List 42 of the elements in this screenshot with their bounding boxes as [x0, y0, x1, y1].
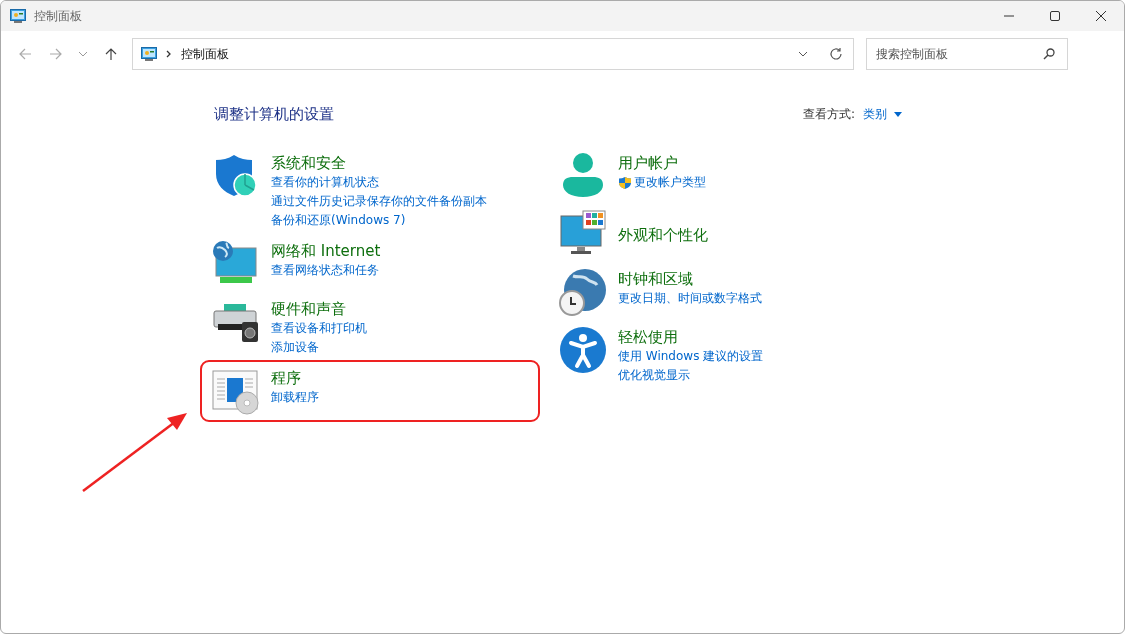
task-link[interactable]: 备份和还原(Windows 7) — [271, 211, 406, 230]
refresh-icon — [829, 47, 843, 61]
task-link[interactable]: 更改帐户类型 — [634, 173, 706, 192]
globe-clock-icon[interactable] — [559, 268, 607, 316]
close-icon — [1095, 10, 1107, 22]
task-link[interactable]: 使用 Windows 建议的设置 — [618, 347, 764, 366]
task-link[interactable]: 通过文件历史记录保存你的文件备份副本 — [271, 192, 487, 211]
left-arrow-icon — [17, 47, 32, 61]
category-link[interactable]: 程序 — [271, 368, 319, 388]
task-link[interactable]: 查看设备和打印机 — [271, 319, 367, 338]
search-field[interactable]: 搜索控制面板 — [866, 38, 1068, 70]
breadcrumb-item[interactable]: 控制面板 — [181, 45, 229, 63]
task-link[interactable]: 添加设备 — [271, 338, 319, 357]
category-link[interactable]: 网络和 Internet — [271, 241, 381, 261]
chevron-down-icon — [78, 49, 88, 59]
category-link[interactable]: 外观和个性化 — [618, 224, 708, 245]
right-arrow-icon — [48, 47, 63, 61]
window-title: 控制面板 — [34, 7, 82, 25]
category-link[interactable]: 硬件和声音 — [271, 299, 367, 319]
program-window-disc-icon[interactable] — [212, 367, 260, 415]
control-panel-icon — [141, 47, 157, 61]
task-link[interactable]: 查看你的计算机状态 — [271, 173, 379, 192]
category-link[interactable]: 轻松使用 — [618, 327, 764, 347]
view-by-label: 查看方式: — [802, 106, 855, 123]
address-bar[interactable]: 控制面板 — [132, 38, 854, 70]
task-link[interactable]: 优化视觉显示 — [618, 366, 690, 385]
search-icon — [1043, 48, 1055, 60]
view-by-dropdown[interactable]: 类别 — [863, 106, 902, 123]
category-link[interactable]: 用户帐户 — [618, 153, 706, 173]
control-panel-icon — [10, 9, 26, 23]
task-link[interactable]: 卸载程序 — [271, 388, 319, 407]
maximize-icon — [1049, 10, 1061, 22]
caret-icon — [894, 112, 902, 117]
task-link[interactable]: 更改日期、时间或数字格式 — [618, 289, 762, 308]
accessibility-icon[interactable] — [559, 326, 607, 374]
shield-icon — [618, 175, 632, 190]
category-link[interactable]: 系统和安全 — [271, 153, 487, 173]
task-link[interactable]: 查看网络状态和任务 — [271, 261, 379, 280]
up-arrow-icon — [103, 47, 118, 61]
category-link[interactable]: 时钟和区域 — [618, 269, 762, 289]
page-heading: 调整计算机的设置 — [214, 105, 334, 124]
dropdown-icon — [798, 49, 808, 59]
